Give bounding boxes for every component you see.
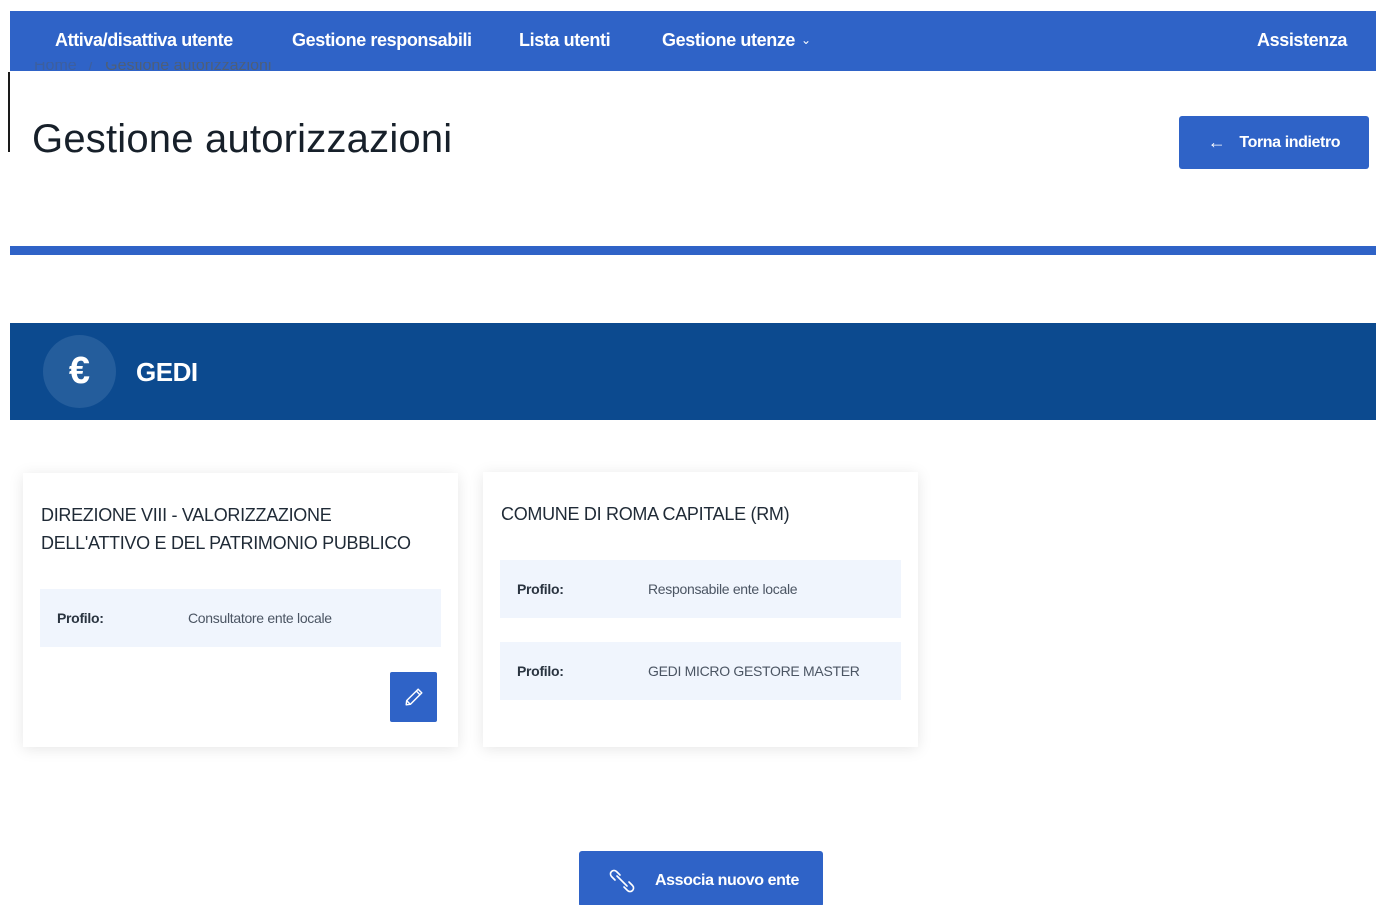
profile-label: Profilo: xyxy=(57,610,104,626)
edit-button[interactable] xyxy=(390,672,437,722)
profile-row: Profilo: Responsabile ente locale xyxy=(500,560,901,618)
service-name: GEDI xyxy=(136,357,198,387)
breadcrumb-current: Gestione autorizzazioni xyxy=(105,62,272,74)
associate-new-entity-button[interactable]: Associa nuovo ente xyxy=(579,851,823,905)
nav-item-label: Gestione responsabili xyxy=(292,30,472,50)
back-button-label: Torna indietro xyxy=(1239,133,1341,151)
breadcrumb: Home / Gestione autorizzazioni xyxy=(34,62,271,76)
nav-item-gestione-utenze[interactable]: Gestione utenze ⌄ xyxy=(662,30,811,51)
profile-value: Consultatore ente locale xyxy=(188,610,332,626)
card-title: COMUNE DI ROMA CAPITALE (RM) xyxy=(501,504,790,524)
nav-item-lista-utenti[interactable]: Lista utenti xyxy=(519,30,611,51)
arrow-left-icon: ← xyxy=(1207,132,1226,152)
breadcrumb-separator: / xyxy=(88,62,94,74)
profile-label: Profilo: xyxy=(517,581,564,597)
chevron-down-icon: ⌄ xyxy=(801,33,811,47)
associate-button-label: Associa nuovo ente xyxy=(655,872,799,889)
authorization-card: COMUNE DI ROMA CAPITALE (RM) Profilo: Re… xyxy=(483,472,918,747)
profile-label: Profilo: xyxy=(517,663,564,679)
profile-value: GEDI MICRO GESTORE MASTER xyxy=(648,663,860,679)
page-title: Gestione autorizzazioni xyxy=(32,117,453,161)
back-button[interactable]: ← Torna indietro xyxy=(1179,116,1369,169)
page: Attiva/disattiva utente Gestione respons… xyxy=(0,0,1376,905)
profile-row: Profilo: GEDI MICRO GESTORE MASTER xyxy=(500,642,901,700)
nav-item-gestione-responsabili[interactable]: Gestione responsabili xyxy=(292,30,472,51)
nav-item-label: Gestione utenze xyxy=(662,30,796,50)
section-divider xyxy=(10,246,1376,255)
link-icon xyxy=(609,869,635,893)
nav-item-assistenza[interactable]: Assistenza xyxy=(1257,30,1347,51)
breadcrumb-home[interactable]: Home xyxy=(34,62,77,74)
nav-item-label: Lista utenti xyxy=(519,30,611,50)
left-border-line xyxy=(8,72,10,152)
service-banner: € GEDI xyxy=(10,323,1376,420)
nav-item-attiva-disattiva-utente[interactable]: Attiva/disattiva utente xyxy=(55,30,233,51)
pencil-icon xyxy=(404,688,423,706)
nav-item-label: Attiva/disattiva utente xyxy=(55,30,233,50)
authorization-card: DIREZIONE VIII - VALORIZZAZIONE DELL'ATT… xyxy=(23,473,458,747)
profile-row: Profilo: Consultatore ente locale xyxy=(40,589,441,647)
euro-icon: € xyxy=(43,335,116,408)
card-title: DIREZIONE VIII - VALORIZZAZIONE DELL'ATT… xyxy=(41,505,411,553)
profile-value: Responsabile ente locale xyxy=(648,581,798,597)
